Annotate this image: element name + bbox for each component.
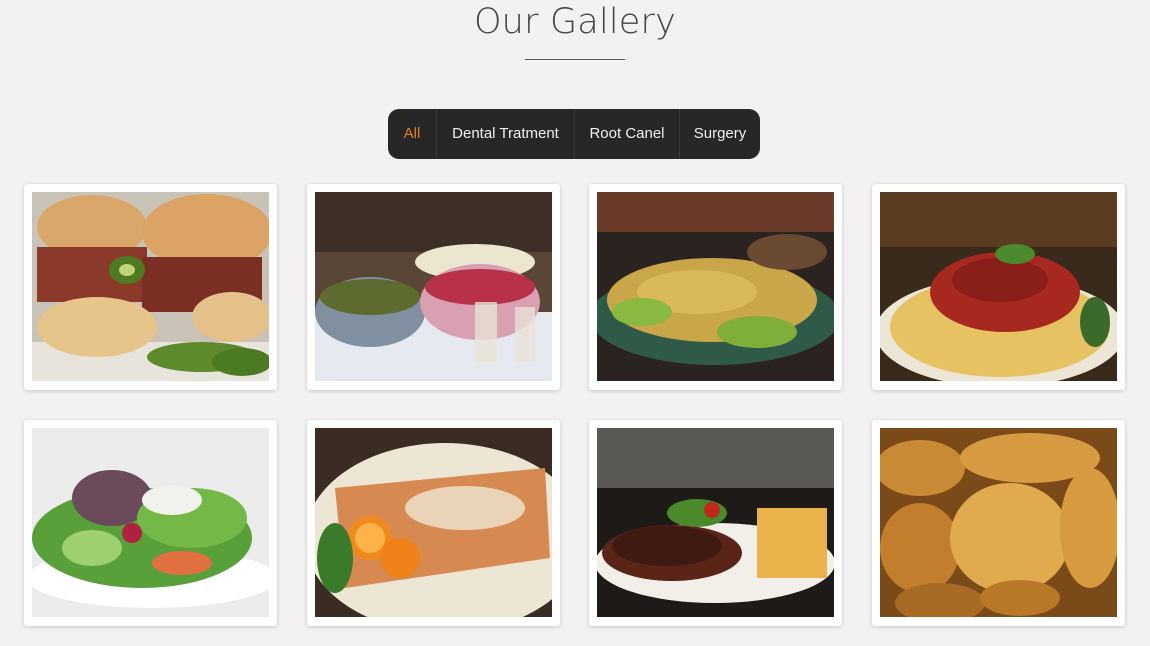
gallery-image-croissants bbox=[880, 428, 1117, 617]
gallery-item[interactable] bbox=[24, 420, 277, 626]
gallery-item[interactable] bbox=[307, 184, 560, 390]
gallery-item[interactable] bbox=[872, 184, 1125, 390]
gallery-item[interactable] bbox=[24, 184, 277, 390]
title-underline bbox=[525, 59, 625, 60]
gallery-image-olives bbox=[315, 192, 552, 381]
gallery-item[interactable] bbox=[589, 420, 842, 626]
filter-root-canal[interactable]: Root Canel bbox=[575, 109, 680, 159]
gallery-item[interactable] bbox=[872, 420, 1125, 626]
filter-dental-treatment[interactable]: Dental Tratment bbox=[437, 109, 575, 159]
gallery-image-steak bbox=[597, 428, 834, 617]
gallery-image-burger bbox=[32, 192, 269, 381]
filter-bar: All Dental Tratment Root Canel Surgery bbox=[388, 109, 760, 159]
gallery-title: Our Gallery bbox=[473, 2, 677, 42]
gallery-image-noodles bbox=[597, 192, 834, 381]
gallery-item[interactable] bbox=[307, 420, 560, 626]
filter-surgery[interactable]: Surgery bbox=[680, 109, 760, 159]
gallery-image-crepe bbox=[315, 428, 552, 617]
gallery-image-salad bbox=[32, 428, 269, 617]
gallery-image-pasta bbox=[880, 192, 1117, 381]
gallery-item[interactable] bbox=[589, 184, 842, 390]
filter-all[interactable]: All bbox=[388, 109, 437, 159]
